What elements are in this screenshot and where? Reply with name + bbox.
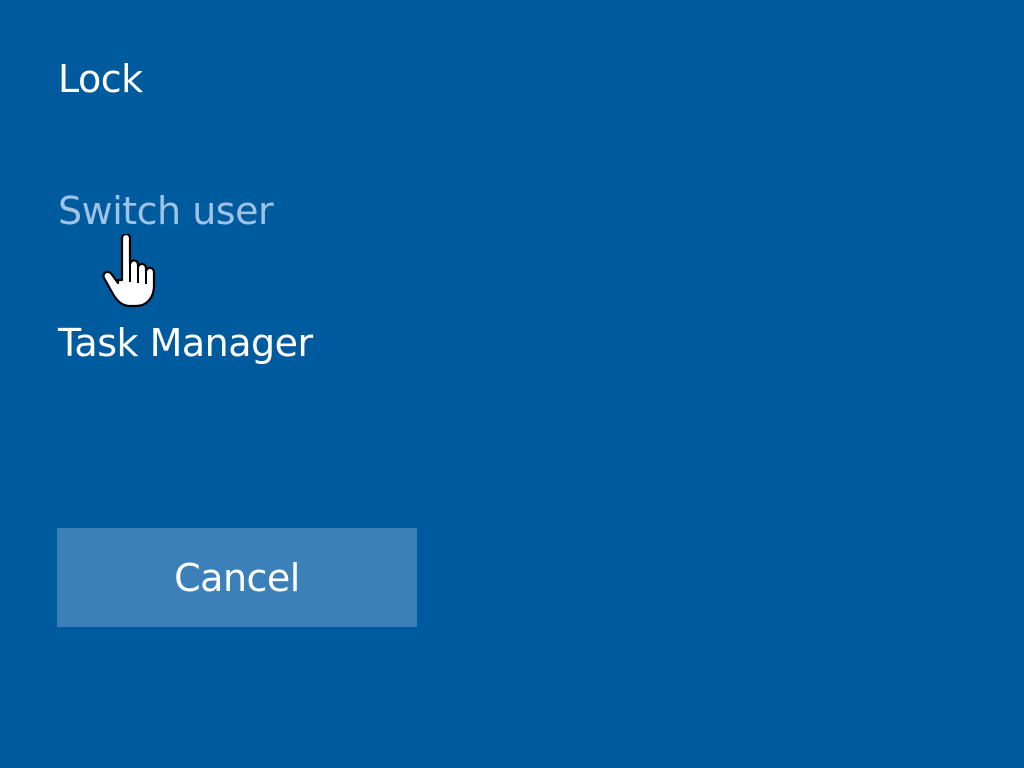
task-manager-option[interactable]: Task Manager	[58, 324, 313, 362]
switch-user-option[interactable]: Switch user	[58, 192, 274, 230]
hand-pointer-icon	[102, 234, 156, 308]
security-options-screen: Lock Switch user Task Manager Cancel	[0, 0, 1024, 768]
cancel-button-label: Cancel	[174, 555, 300, 600]
lock-option[interactable]: Lock	[58, 60, 143, 98]
cancel-button[interactable]: Cancel	[57, 528, 417, 627]
